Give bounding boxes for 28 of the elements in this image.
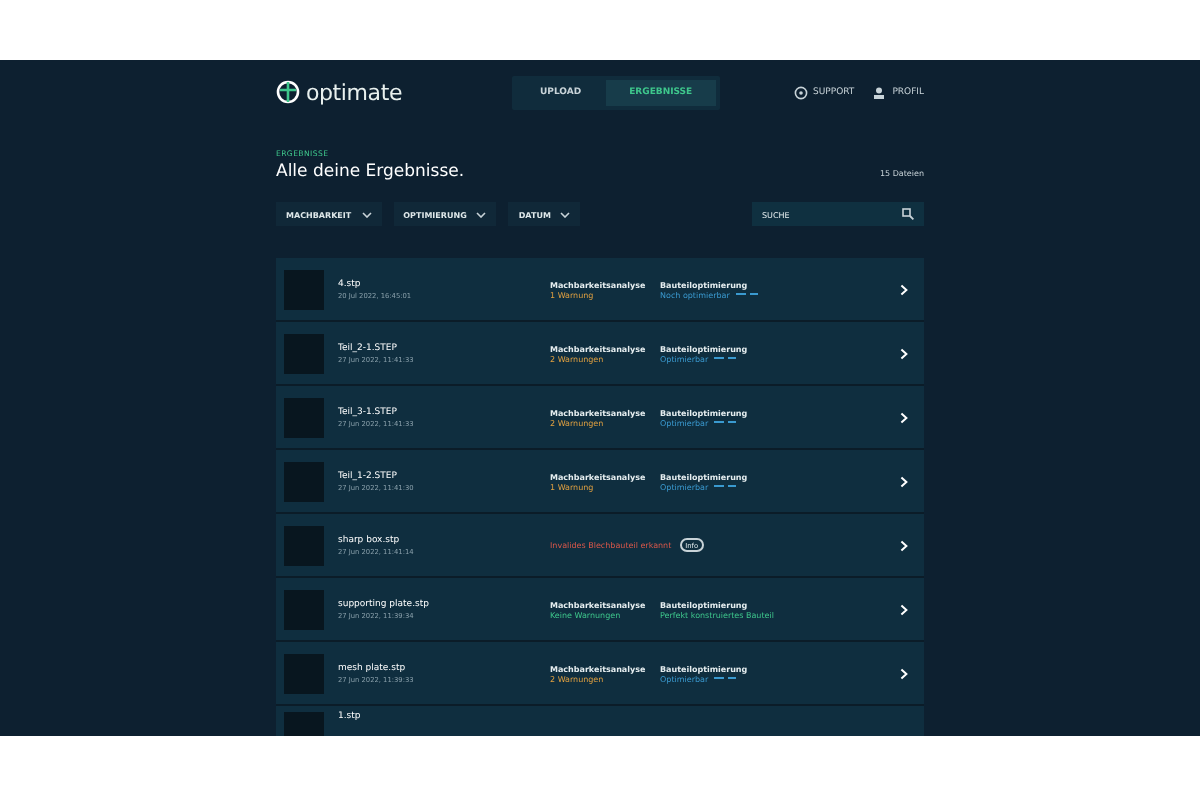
globe-logo-icon: [276, 80, 300, 104]
chevron-down-icon: [560, 211, 571, 217]
chevron-right-icon: [900, 539, 908, 551]
progress-dashes-icon: [735, 292, 760, 296]
chevron-right-icon: [900, 411, 908, 423]
progress-dashes-icon: [714, 420, 739, 424]
part-thumbnail: [284, 397, 324, 437]
user-icon: [872, 85, 887, 99]
chevron-right-icon: [900, 475, 908, 487]
search-icon: [902, 208, 914, 220]
chevron-right-icon: [900, 283, 908, 295]
progress-dashes-icon: [714, 484, 739, 488]
chevron-right-icon: [900, 667, 908, 679]
page-title: Alle deine Ergebnisse.: [276, 162, 465, 182]
part-thumbnail: [284, 333, 324, 373]
chevron-right-icon: [900, 603, 908, 615]
part-thumbnail: [284, 269, 324, 309]
logo-text: optimate: [306, 79, 403, 105]
part-thumbnail: [284, 461, 324, 501]
part-thumbnail: [284, 525, 324, 565]
chevron-right-icon: [900, 347, 908, 359]
help-icon: [793, 85, 808, 99]
chevron-down-icon: [361, 211, 372, 217]
chevron-down-icon: [476, 211, 487, 217]
progress-dashes-icon: [714, 676, 739, 680]
progress-dashes-icon: [714, 356, 739, 360]
part-thumbnail: [284, 653, 324, 693]
part-thumbnail: [284, 589, 324, 629]
